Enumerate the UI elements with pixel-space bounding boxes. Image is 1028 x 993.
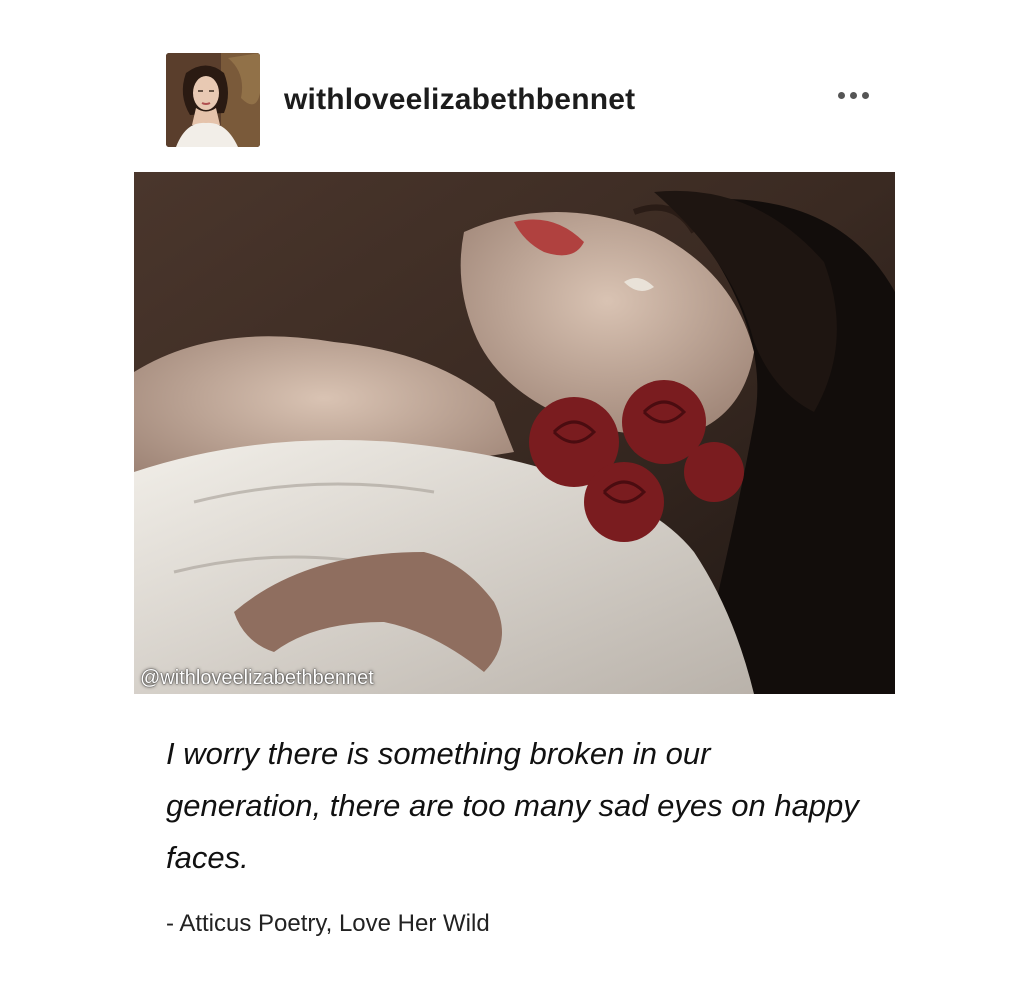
post-image[interactable]: @withloveelizabethbennet — [134, 172, 895, 694]
more-horizontal-icon[interactable] — [831, 83, 875, 107]
image-watermark: @withloveelizabethbennet — [140, 667, 374, 689]
avatar-image — [166, 53, 260, 147]
post-header: withloveelizabethbennet — [166, 53, 886, 147]
username[interactable]: withloveelizabethbennet — [284, 83, 635, 117]
painting-image — [134, 172, 895, 694]
quote-text: I worry there is something broken in our… — [166, 736, 859, 875]
avatar[interactable] — [166, 53, 260, 147]
quote-attribution: - Atticus Poetry, Love Her Wild — [166, 910, 490, 937]
tumblr-post: withloveelizabethbennet @withloveelizabe… — [0, 0, 1028, 993]
